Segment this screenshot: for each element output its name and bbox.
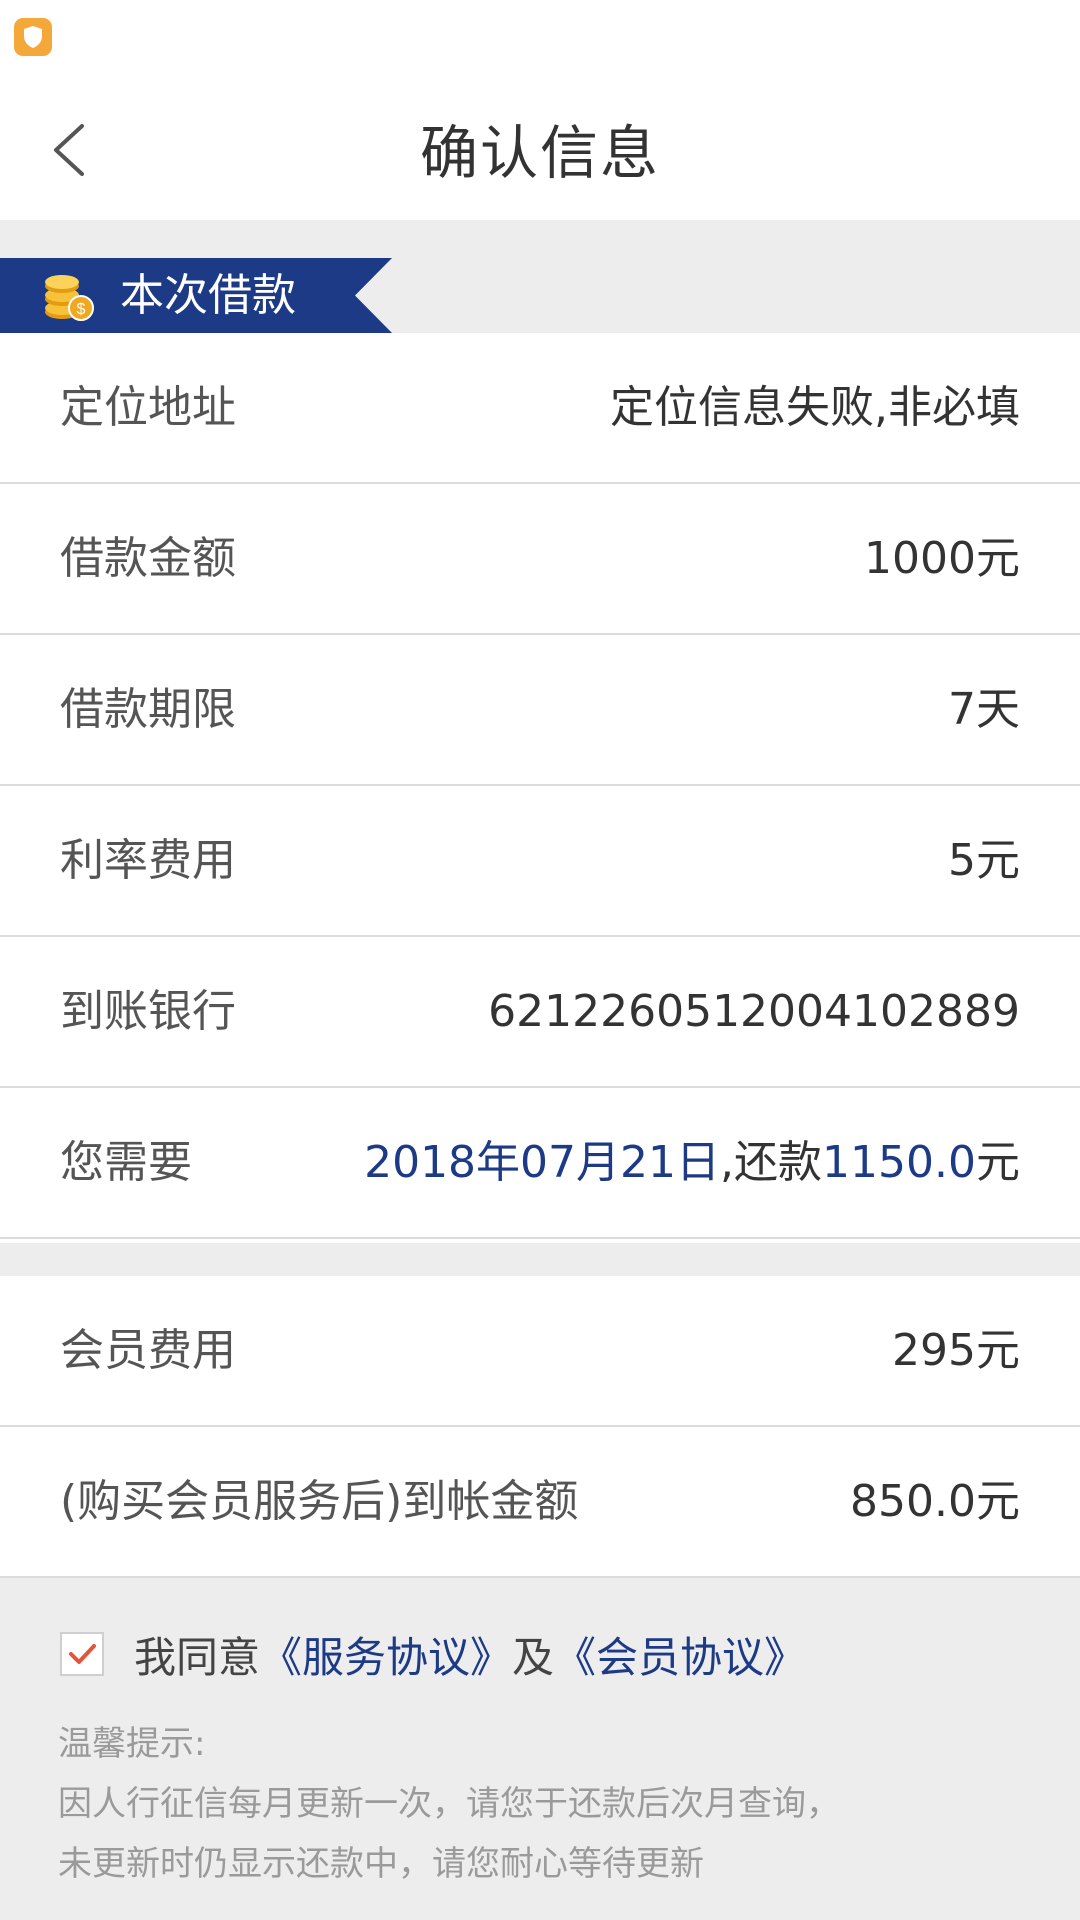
row-value: 7天 [948, 684, 1020, 735]
term-row: 借款期限 7天 [0, 635, 1080, 786]
agreement-checkbox[interactable] [60, 1632, 104, 1676]
section-title: 本次借款 [120, 270, 296, 321]
row-value: 6212260512004102889 [488, 986, 1020, 1037]
row-value: 850.0元 [850, 1476, 1020, 1527]
row-label: 借款期限 [60, 684, 236, 735]
row-value: 5元 [948, 835, 1020, 886]
received-amount-row: (购买会员服务后)到帐金额 850.0元 [0, 1427, 1080, 1578]
location-row: 定位地址 定位信息失败,非必填 [0, 333, 1080, 484]
repayment-value: 2018年07月21日,还款1150.0元 [364, 1088, 1020, 1237]
row-label: (购买会员服务后)到帐金额 [60, 1476, 579, 1527]
member-fee-row: 会员费用 295元 [0, 1276, 1080, 1427]
loan-info-card: 定位地址 定位信息失败,非必填 借款金额 1000元 借款期限 7天 利率费用 … [0, 333, 1080, 1243]
tips-line: 未更新时仍显示还款中，请您耐心等待更新 [58, 1844, 704, 1884]
row-label: 您需要 [60, 1137, 192, 1188]
tips-line: 因人行征信每月更新一次，请您于还款后次月查询， [58, 1784, 840, 1824]
interest-row: 利率费用 5元 [0, 786, 1080, 937]
row-label: 定位地址 [60, 382, 236, 433]
member-info-card: 会员费用 295元 (购买会员服务后)到帐金额 850.0元 [0, 1276, 1080, 1578]
row-label: 借款金额 [60, 533, 236, 584]
repay-unit: 元 [976, 1137, 1020, 1188]
tips-block: 温馨提示: 因人行征信每月更新一次，请您于还款后次月查询， 未更新时仍显示还款中… [58, 1714, 840, 1894]
page-title: 确认信息 [419, 118, 660, 187]
section-banner: $ 本次借款 [0, 258, 392, 333]
status-bar [0, 0, 1080, 75]
agreement-conjunction: 及 [512, 1632, 555, 1682]
member-agreement-link[interactable]: 《会员协议》 [554, 1624, 806, 1685]
bank-row: 到账银行 6212260512004102889 [0, 937, 1080, 1088]
check-icon [69, 1644, 96, 1664]
service-agreement-link[interactable]: 《服务协议》 [260, 1624, 512, 1685]
header-bar: 确认信息 [0, 75, 1080, 220]
tips-title: 温馨提示: [58, 1724, 206, 1764]
shield-icon [14, 18, 52, 56]
amount-row: 借款金额 1000元 [0, 484, 1080, 635]
row-value: 定位信息失败,非必填 [610, 382, 1020, 433]
agreement-row: 我同意 《服务协议》 及 《会员协议》 [60, 1618, 806, 1690]
svg-text:$: $ [77, 301, 86, 318]
repay-date: 2018年07月21日 [364, 1137, 721, 1188]
agreement-prefix: 我同意 [134, 1632, 261, 1682]
coins-icon: $ [45, 275, 94, 321]
row-label: 到账银行 [60, 986, 236, 1037]
row-label: 利率费用 [60, 835, 236, 886]
repay-text: ,还款 [720, 1137, 823, 1188]
repayment-row: 您需要 2018年07月21日,还款1150.0元 [0, 1088, 1080, 1239]
row-label: 会员费用 [60, 1325, 236, 1376]
repay-amount: 1150.0 [822, 1137, 976, 1188]
row-value: 295元 [892, 1325, 1020, 1376]
row-value: 1000元 [864, 533, 1020, 584]
